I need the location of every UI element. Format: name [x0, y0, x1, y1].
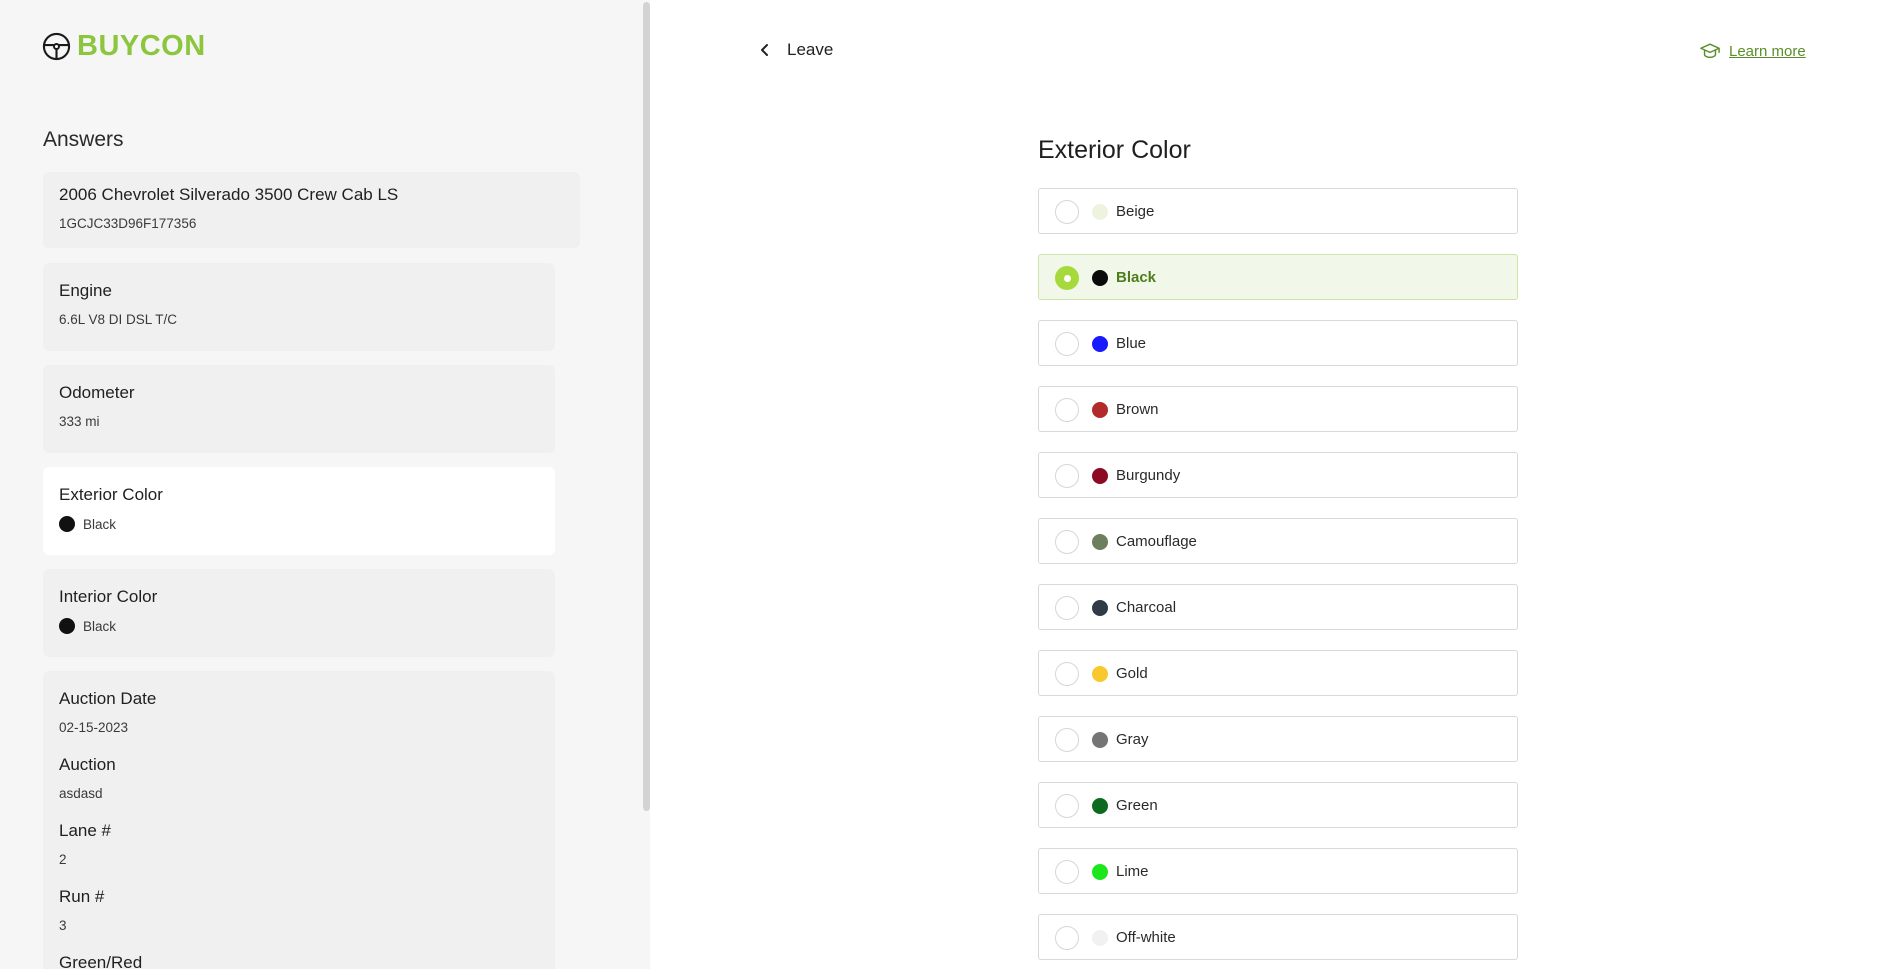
interior-color-card[interactable]: Interior Color Black	[43, 569, 555, 657]
color-swatch	[1092, 336, 1108, 352]
color-swatch	[1092, 534, 1108, 550]
color-option-blue[interactable]: Blue	[1038, 320, 1518, 366]
vehicle-card[interactable]: 2006 Chevrolet Silverado 3500 Crew Cab L…	[43, 172, 580, 248]
color-swatch	[1092, 402, 1108, 418]
color-swatch	[1092, 600, 1108, 616]
color-option-label: Blue	[1116, 335, 1147, 352]
exterior-color-text: Black	[83, 516, 117, 532]
radio-button[interactable]	[1055, 596, 1079, 620]
engine-value: 6.6L V8 DI DSL T/C	[59, 312, 178, 327]
color-option-label: Lime	[1116, 863, 1149, 880]
color-option-label: Green	[1116, 797, 1158, 814]
radio-button[interactable]	[1055, 530, 1079, 554]
color-option-label: Brown	[1116, 401, 1159, 418]
color-option-green[interactable]: Green	[1038, 782, 1518, 828]
color-swatch	[1092, 930, 1108, 946]
learn-more-link[interactable]: Learn more	[1700, 42, 1806, 60]
radio-button[interactable]	[1055, 926, 1079, 950]
learn-more-label: Learn more	[1729, 42, 1806, 60]
interior-color-label: Interior Color	[59, 587, 158, 606]
lane-value: 2	[59, 852, 67, 867]
lane-label: Lane #	[59, 821, 111, 840]
color-option-black[interactable]: Black	[1038, 254, 1518, 300]
color-option-lime[interactable]: Lime	[1038, 848, 1518, 894]
sidebar: BUYCON Answers 2006 Chevrolet Silverado …	[0, 0, 650, 969]
radio-button[interactable]	[1055, 332, 1079, 356]
exterior-color-card[interactable]: Exterior Color Black	[43, 467, 555, 555]
chevron-left-icon	[761, 44, 768, 56]
sidebar-scrollbar[interactable]	[643, 2, 650, 811]
odometer-label: Odometer	[59, 383, 135, 402]
auction-label: Auction	[59, 755, 116, 774]
radio-button[interactable]	[1055, 266, 1079, 290]
auction-card[interactable]: Auction Date 02-15-2023 Auction asdasd L…	[43, 671, 555, 969]
color-option-gray[interactable]: Gray	[1038, 716, 1518, 762]
color-option-gold[interactable]: Gold	[1038, 650, 1518, 696]
brand-logo[interactable]: BUYCON	[42, 30, 206, 63]
color-option-label: Off-white	[1116, 929, 1176, 946]
radio-button[interactable]	[1055, 794, 1079, 818]
engine-card[interactable]: Engine 6.6L V8 DI DSL T/C	[43, 263, 555, 351]
color-swatch	[1092, 666, 1108, 682]
color-option-burgundy[interactable]: Burgundy	[1038, 452, 1518, 498]
color-swatch	[1092, 204, 1108, 220]
radio-button[interactable]	[1055, 200, 1079, 224]
color-option-beige[interactable]: Beige	[1038, 188, 1518, 234]
interior-color-text: Black	[83, 618, 117, 634]
color-option-label: Charcoal	[1116, 599, 1177, 616]
radio-button[interactable]	[1055, 662, 1079, 686]
run-label: Run #	[59, 887, 105, 906]
color-swatch	[1092, 798, 1108, 814]
leave-label: Leave	[787, 40, 834, 59]
color-option-brown[interactable]: Brown	[1038, 386, 1518, 432]
interior-color-value: Black	[59, 618, 116, 634]
vehicle-vin: 1GCJC33D96F177356	[59, 216, 197, 231]
color-option-label: Gray	[1116, 731, 1149, 748]
radio-button[interactable]	[1055, 728, 1079, 752]
color-option-label: Gold	[1116, 665, 1148, 682]
green-red-label: Green/Red	[59, 953, 143, 969]
exterior-color-label: Exterior Color	[59, 485, 163, 504]
color-option-label: Camouflage	[1116, 533, 1197, 550]
color-swatch	[1092, 864, 1108, 880]
color-option-charcoal[interactable]: Charcoal	[1038, 584, 1518, 630]
exterior-color-value: Black	[59, 516, 116, 532]
color-swatch	[1092, 468, 1108, 484]
radio-button[interactable]	[1055, 860, 1079, 884]
auction-date-label: Auction Date	[59, 689, 157, 708]
run-value: 3	[59, 918, 67, 933]
answers-heading: Answers	[43, 128, 124, 151]
engine-label: Engine	[59, 281, 112, 300]
question-title: Exterior Color	[1038, 136, 1191, 164]
color-swatch	[1092, 732, 1108, 748]
radio-button[interactable]	[1055, 464, 1079, 488]
interior-color-swatch	[59, 618, 75, 634]
graduation-cap-icon	[1700, 43, 1720, 59]
leave-button[interactable]: Leave	[757, 40, 833, 60]
color-option-label: Beige	[1116, 203, 1155, 220]
steering-wheel-icon	[42, 32, 71, 61]
auction-date-value: 02-15-2023	[59, 720, 129, 735]
odometer-value: 333 mi	[59, 414, 100, 429]
color-option-label: Black	[1116, 269, 1157, 286]
odometer-card[interactable]: Odometer 333 mi	[43, 365, 555, 453]
color-swatch	[1092, 270, 1108, 286]
color-option-off-white[interactable]: Off-white	[1038, 914, 1518, 960]
color-option-camouflage[interactable]: Camouflage	[1038, 518, 1518, 564]
exterior-color-swatch	[59, 516, 75, 532]
vehicle-title: 2006 Chevrolet Silverado 3500 Crew Cab L…	[59, 185, 399, 204]
brand-name: BUYCON	[77, 30, 206, 62]
color-option-label: Burgundy	[1116, 467, 1181, 484]
radio-button[interactable]	[1055, 398, 1079, 422]
auction-value: asdasd	[59, 786, 103, 801]
